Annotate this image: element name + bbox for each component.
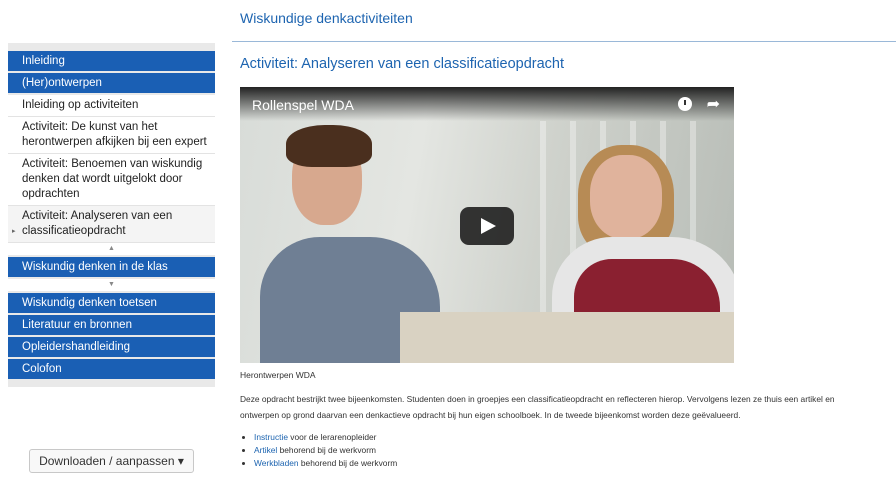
play-button[interactable]	[460, 207, 514, 245]
subnav-item-analyseren-classificatieopdracht[interactable]: ▸ Activiteit: Analyseren van een classif…	[8, 206, 215, 243]
video-title[interactable]: Rollenspel WDA	[252, 97, 354, 113]
list-item: Artikel behorend bij de werkvorm	[254, 444, 397, 457]
video-player[interactable]: Rollenspel WDA ➦	[240, 87, 734, 363]
scroll-up-button[interactable]: ▲	[8, 243, 215, 255]
current-page-indicator-icon: ▸	[12, 228, 16, 235]
video-person-right-head	[590, 155, 662, 239]
subnav-item-kunst-herontwerpen[interactable]: Activiteit: De kunst van het herontwerpe…	[8, 117, 215, 154]
video-person-left-hair	[286, 125, 372, 167]
video-table	[400, 312, 734, 363]
activity-description: Deze opdracht bestrijkt twee bijeenkomst…	[240, 391, 896, 423]
nav-item-colofon[interactable]: Colofon	[8, 359, 215, 379]
nav-item-inleiding[interactable]: Inleiding	[8, 51, 215, 71]
site-title[interactable]: Wiskundige denkactiviteiten	[240, 10, 413, 26]
artikel-link[interactable]: Artikel	[254, 445, 277, 455]
subnav-item-label: Activiteit: Analyseren van een classific…	[22, 210, 173, 237]
list-item-text: behorend bij de werkvorm	[277, 445, 376, 455]
resource-list: Instructie voor de lerarenopleider Artik…	[240, 431, 397, 470]
page-title: Activiteit: Analyseren van een classific…	[240, 56, 565, 72]
header-divider	[232, 41, 896, 42]
description-line: ontwerpen op grond daarvan een denkactie…	[240, 410, 741, 420]
nav-item-literatuur[interactable]: Literatuur en bronnen	[8, 315, 215, 335]
list-item: Werkbladen behorend bij de werkvorm	[254, 457, 397, 470]
list-item-text: behorend bij de werkvorm	[298, 458, 398, 468]
list-item: Instructie voor de lerarenopleider	[254, 431, 397, 444]
list-item-text: voor de lerarenopleider	[287, 432, 377, 442]
subnav-item-benoemen-wiskundig-denken[interactable]: Activiteit: Benoemen van wiskundig denke…	[8, 154, 215, 206]
description-line: Deze opdracht bestrijkt twee bijeenkomst…	[240, 394, 835, 404]
video-caption: Herontwerpen WDA	[240, 370, 316, 380]
video-title-bar: Rollenspel WDA ➦	[240, 87, 734, 121]
down-arrow-icon: ▼	[108, 281, 115, 288]
nav-item-wiskundig-denken-klas[interactable]: Wiskundig denken in de klas	[8, 257, 215, 277]
download-customize-button[interactable]: Downloaden / aanpassen ▾	[29, 449, 194, 473]
subnav-item-inleiding-activiteiten[interactable]: Inleiding op activiteiten	[8, 95, 215, 117]
nav-item-opleidershandleiding[interactable]: Opleidershandleiding	[8, 337, 215, 357]
instructie-link[interactable]: Instructie	[254, 432, 288, 442]
sidebar-nav: Inleiding (Her)ontwerpen Inleiding op ac…	[8, 43, 215, 387]
werkbladen-link[interactable]: Werkbladen	[254, 458, 299, 468]
up-arrow-icon: ▲	[108, 245, 115, 252]
nav-item-herontwerpen[interactable]: (Her)ontwerpen	[8, 73, 215, 93]
watch-later-icon[interactable]	[678, 97, 692, 111]
share-icon[interactable]: ➦	[707, 94, 720, 114]
nav-item-toetsen[interactable]: Wiskundig denken toetsen	[8, 293, 215, 313]
scroll-down-button[interactable]: ▼	[8, 279, 215, 291]
